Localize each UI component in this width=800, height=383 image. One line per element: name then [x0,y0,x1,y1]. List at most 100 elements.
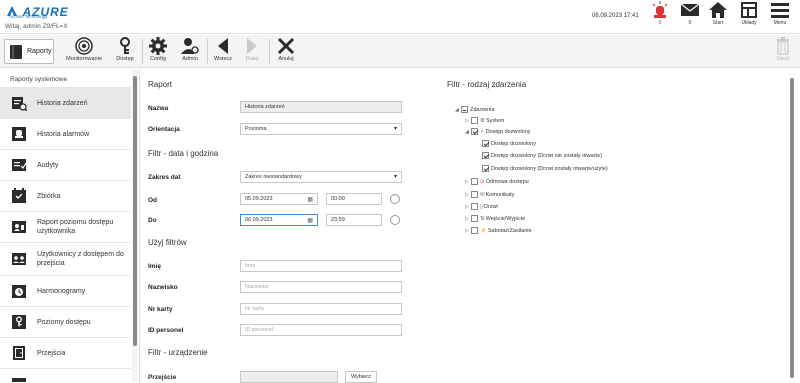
select-door-button[interactable]: Wybierz [345,371,377,383]
sidebar-item-audits[interactable]: Audyty [0,149,131,180]
event-tree-label: Dostęp dozwolony (Drzwi nie zostały otwa… [491,152,602,159]
event-filter-title: Filtr - rodzaj zdarzenia [447,80,527,89]
raporty-tab[interactable]: Raporty [4,39,54,64]
event-tree-item[interactable]: ▷ ⊘ Odmowa dostępu [465,178,529,185]
sidebar-scroll-thumb[interactable] [133,76,137,346]
from-time-input[interactable]: 00:00 [326,193,382,205]
sidebar-item-user-access-level-report[interactable]: Raport poziomu dostępu użytkownika [0,211,131,242]
clock-icon[interactable] [390,215,400,225]
welcome-extra: Z9/FL=X [42,23,68,30]
deny-icon: ⊘ [480,178,485,185]
event-checkbox[interactable] [482,152,489,159]
chevron-down-icon: ▾ [393,126,397,132]
event-tree-item[interactable]: ▷ ▯ Drzwi [465,203,498,210]
start-button[interactable]: Start [704,1,732,26]
delete-button[interactable]: Usuń [772,37,794,62]
forward-icon [247,38,257,54]
date-range-select[interactable]: Zakres niestandardowy ▾ [240,171,402,183]
user-access-icon [12,221,26,233]
cancel-button[interactable]: Anuluj [274,37,298,62]
first-name-input[interactable]: Imię [240,260,402,272]
event-checkbox[interactable] [471,128,478,135]
calendar-icon[interactable]: ▦ [307,216,313,226]
message-count: 0 [688,20,692,26]
section-date-filter: Filtr - data i godzina [148,149,219,158]
welcome-text: Witaj, admin Z9/FL=X [5,23,68,30]
toolbar-separator [269,39,270,64]
sidebar-item-next[interactable] [0,368,131,382]
menu-label: Menu [773,20,787,26]
event-checkbox[interactable] [471,203,478,210]
to-time-input[interactable]: 23:59 [326,214,382,226]
event-checkbox[interactable] [482,140,489,147]
event-tree-item[interactable]: ◢ ✓ Dostęp dozwolony [465,128,531,135]
layouts-button[interactable]: Układy [735,1,763,26]
hamburger-icon [771,3,789,18]
event-checkbox[interactable] [471,215,478,222]
event-checkbox[interactable] [471,178,478,185]
reports-sidebar: Raporty systemowe Historia zdarzeń Histo… [0,70,140,382]
event-tree-item[interactable]: ▷ ⇅ Wejście/Wyjście [465,215,525,222]
event-tree-item[interactable]: ◢ Zdarzenia [455,106,494,113]
sidebar-item-event-history[interactable]: Historia zdarzeń [0,87,131,118]
tamper-icon: ⚡ [480,227,487,234]
event-tree-item[interactable]: ▷ ⚡ Sabotaż/Zasilanie [465,227,532,234]
event-checkbox[interactable] [471,191,478,198]
event-checkbox[interactable] [482,165,489,172]
main-scrollbar[interactable] [789,70,795,382]
personnel-id-input[interactable]: ID personel [240,324,402,336]
sidebar-item-doors[interactable]: Przejścia [0,337,131,368]
event-tree-item[interactable]: Dostęp dozwolony [482,140,536,147]
start-label: Start [712,20,724,26]
back-icon [218,38,228,54]
section-device-filter: Filtr - urządzenie [148,348,208,357]
last-name-input[interactable]: Nazwisko [240,281,402,293]
event-checkbox[interactable] [471,227,478,234]
event-tree-item[interactable]: Dostęp dozwolony (Drzwi nie zostały otwa… [482,152,602,159]
sidebar-item-muster[interactable]: Zbiórka [0,180,131,211]
event-checkbox[interactable] [471,117,478,124]
event-tree-item[interactable]: ▷ ⚙ System [465,117,504,124]
event-tree-label: Dostęp dozwolony (Drzwi zostały otwarte/… [491,165,608,172]
date-range-label: Zakres dat [148,174,181,181]
sidebar-item-alarm-history[interactable]: Historia alarmów [0,118,131,149]
event-tree-label: Sabotaż/Zasilanie [487,227,532,234]
alarm-button[interactable]: 5 [646,1,674,26]
admin-button[interactable]: Admin [178,37,202,62]
calendar-icon[interactable]: ▦ [307,195,313,205]
name-field[interactable]: Historia zdarzeń [240,101,402,113]
sidebar-item-access-levels[interactable]: Poziomy dostępu [0,306,131,337]
back-button[interactable]: Wstecz [211,37,235,62]
clock-icon[interactable] [390,194,400,204]
cancel-label: Anuluj [278,56,294,62]
config-button[interactable]: Config [146,37,170,62]
sidebar-scrollbar[interactable] [132,70,138,382]
sidebar-item-label: Poziomy dostępu [37,318,91,326]
event-tree-label: Dostęp dozwolony [485,128,531,135]
sidebar-item-schedules[interactable]: Harmonogramy [0,275,131,306]
access-button[interactable]: Dostęp [114,37,136,62]
event-tree-item[interactable]: Dostęp dozwolony (Drzwi zostały otwarte/… [482,165,608,172]
door-field[interactable] [240,371,338,383]
sidebar-item-label: Harmonogramy [37,287,86,295]
forward-button[interactable]: Dalej [241,37,263,62]
messages-button[interactable]: 0 [676,1,704,26]
event-tree-label: Drzwi [484,203,498,210]
gear-icon [149,37,167,55]
check-circle-icon: ✓ [480,128,485,135]
delete-label: Usuń [776,56,790,62]
from-date-input[interactable]: 05.09.2023 ▦ [240,193,318,205]
access-label: Dostęp [116,56,134,62]
to-label: Do [148,217,157,224]
menu-button[interactable]: Menu [766,1,794,26]
io-icon: ⇅ [480,215,485,222]
card-number-input[interactable]: Nr karty [240,303,402,315]
layout-icon [741,2,757,18]
event-tree-item[interactable]: ▷ ✉ Komunikaty [465,191,514,198]
monitoring-button[interactable]: Monitorowanie [64,37,104,62]
event-checkbox[interactable] [461,106,468,113]
to-date-input[interactable]: 06.09.2023 ▦ [240,214,318,226]
main-scroll-thumb[interactable] [790,78,794,378]
orientation-select[interactable]: Pozioma ▾ [240,123,402,135]
sidebar-item-users-with-door-access[interactable]: Użytkownicy z dostępem do przejścia [0,242,131,275]
